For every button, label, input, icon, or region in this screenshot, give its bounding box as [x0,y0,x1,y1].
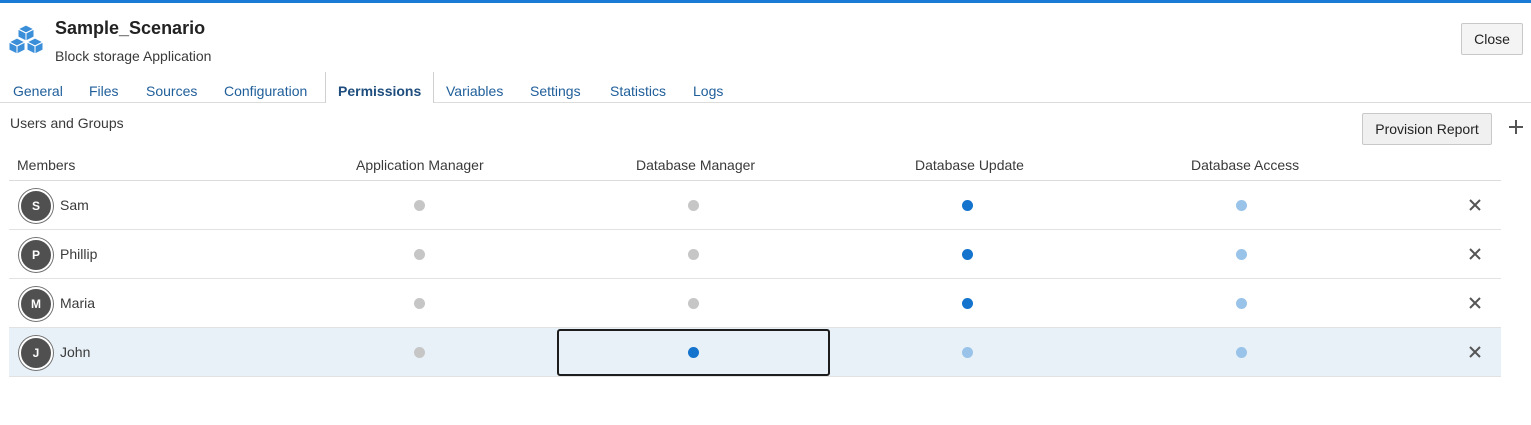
tab-settings[interactable]: Settings [530,72,581,103]
avatar: M [19,287,53,321]
tab-permissions[interactable]: Permissions [325,72,435,103]
permission-dot-application-manager[interactable] [414,249,425,260]
column-header-application-manager: Application Manager [356,157,484,173]
tab-logs[interactable]: Logs [693,72,723,103]
grid-header: Members Application Manager Database Man… [9,150,1501,181]
member-name: John [60,344,91,360]
close-button[interactable]: Close [1461,23,1523,55]
permission-dot-application-manager[interactable] [414,200,425,211]
table-row[interactable]: S Sam [9,181,1501,230]
permission-dot-database-access[interactable] [1236,200,1247,211]
member-name: Maria [60,295,96,311]
tab-sources[interactable]: Sources [146,72,197,103]
page-title: Sample_Scenario [55,18,206,38]
avatar: S [19,189,53,223]
permission-dot-database-update[interactable] [962,347,973,358]
tab-bar: General Files Sources Configuration Perm… [0,72,1531,103]
provision-report-button[interactable]: Provision Report [1362,113,1492,145]
member-name: Phillip [60,246,98,262]
permission-dot-database-access[interactable] [1236,347,1247,358]
column-header-database-update: Database Update [915,157,1024,173]
tab-files[interactable]: Files [89,72,119,103]
close-icon[interactable] [1468,247,1482,261]
plus-icon[interactable] [1506,117,1526,137]
close-icon[interactable] [1468,345,1482,359]
page-header: Sample_Scenario Block storage Applicatio… [0,3,1531,71]
tab-statistics[interactable]: Statistics [610,72,666,103]
permission-dot-application-manager[interactable] [414,347,425,358]
tab-configuration[interactable]: Configuration [224,72,307,103]
tab-general[interactable]: General [13,72,63,103]
permission-dot-application-manager[interactable] [414,298,425,309]
permission-dot-database-update[interactable] [962,200,973,211]
cubes-icon [7,24,45,60]
permissions-grid: Members Application Manager Database Man… [9,150,1501,377]
permission-dot-database-update[interactable] [962,249,973,260]
permission-dot-database-manager[interactable] [688,249,699,260]
permission-dot-database-manager[interactable] [688,298,699,309]
table-row[interactable]: M Maria [9,279,1501,328]
permission-dot-database-access[interactable] [1236,298,1247,309]
avatar: J [19,336,53,370]
page-subtitle: Block storage Application [55,48,212,64]
permission-dot-database-manager[interactable] [688,200,699,211]
table-row[interactable]: J John [9,328,1501,377]
member-name: Sam [60,197,89,213]
column-header-database-manager: Database Manager [636,157,756,173]
permission-dot-database-update[interactable] [962,298,973,309]
column-header-database-access: Database Access [1191,157,1300,173]
close-icon[interactable] [1468,296,1482,310]
permission-dot-database-access[interactable] [1236,249,1247,260]
table-row[interactable]: P Phillip [9,230,1501,279]
permission-dot-database-manager[interactable] [688,347,699,358]
close-icon[interactable] [1468,198,1482,212]
section-title: Users and Groups [10,115,124,131]
tab-variables[interactable]: Variables [446,72,503,103]
avatar: P [19,238,53,272]
column-header-members: Members [17,157,76,173]
